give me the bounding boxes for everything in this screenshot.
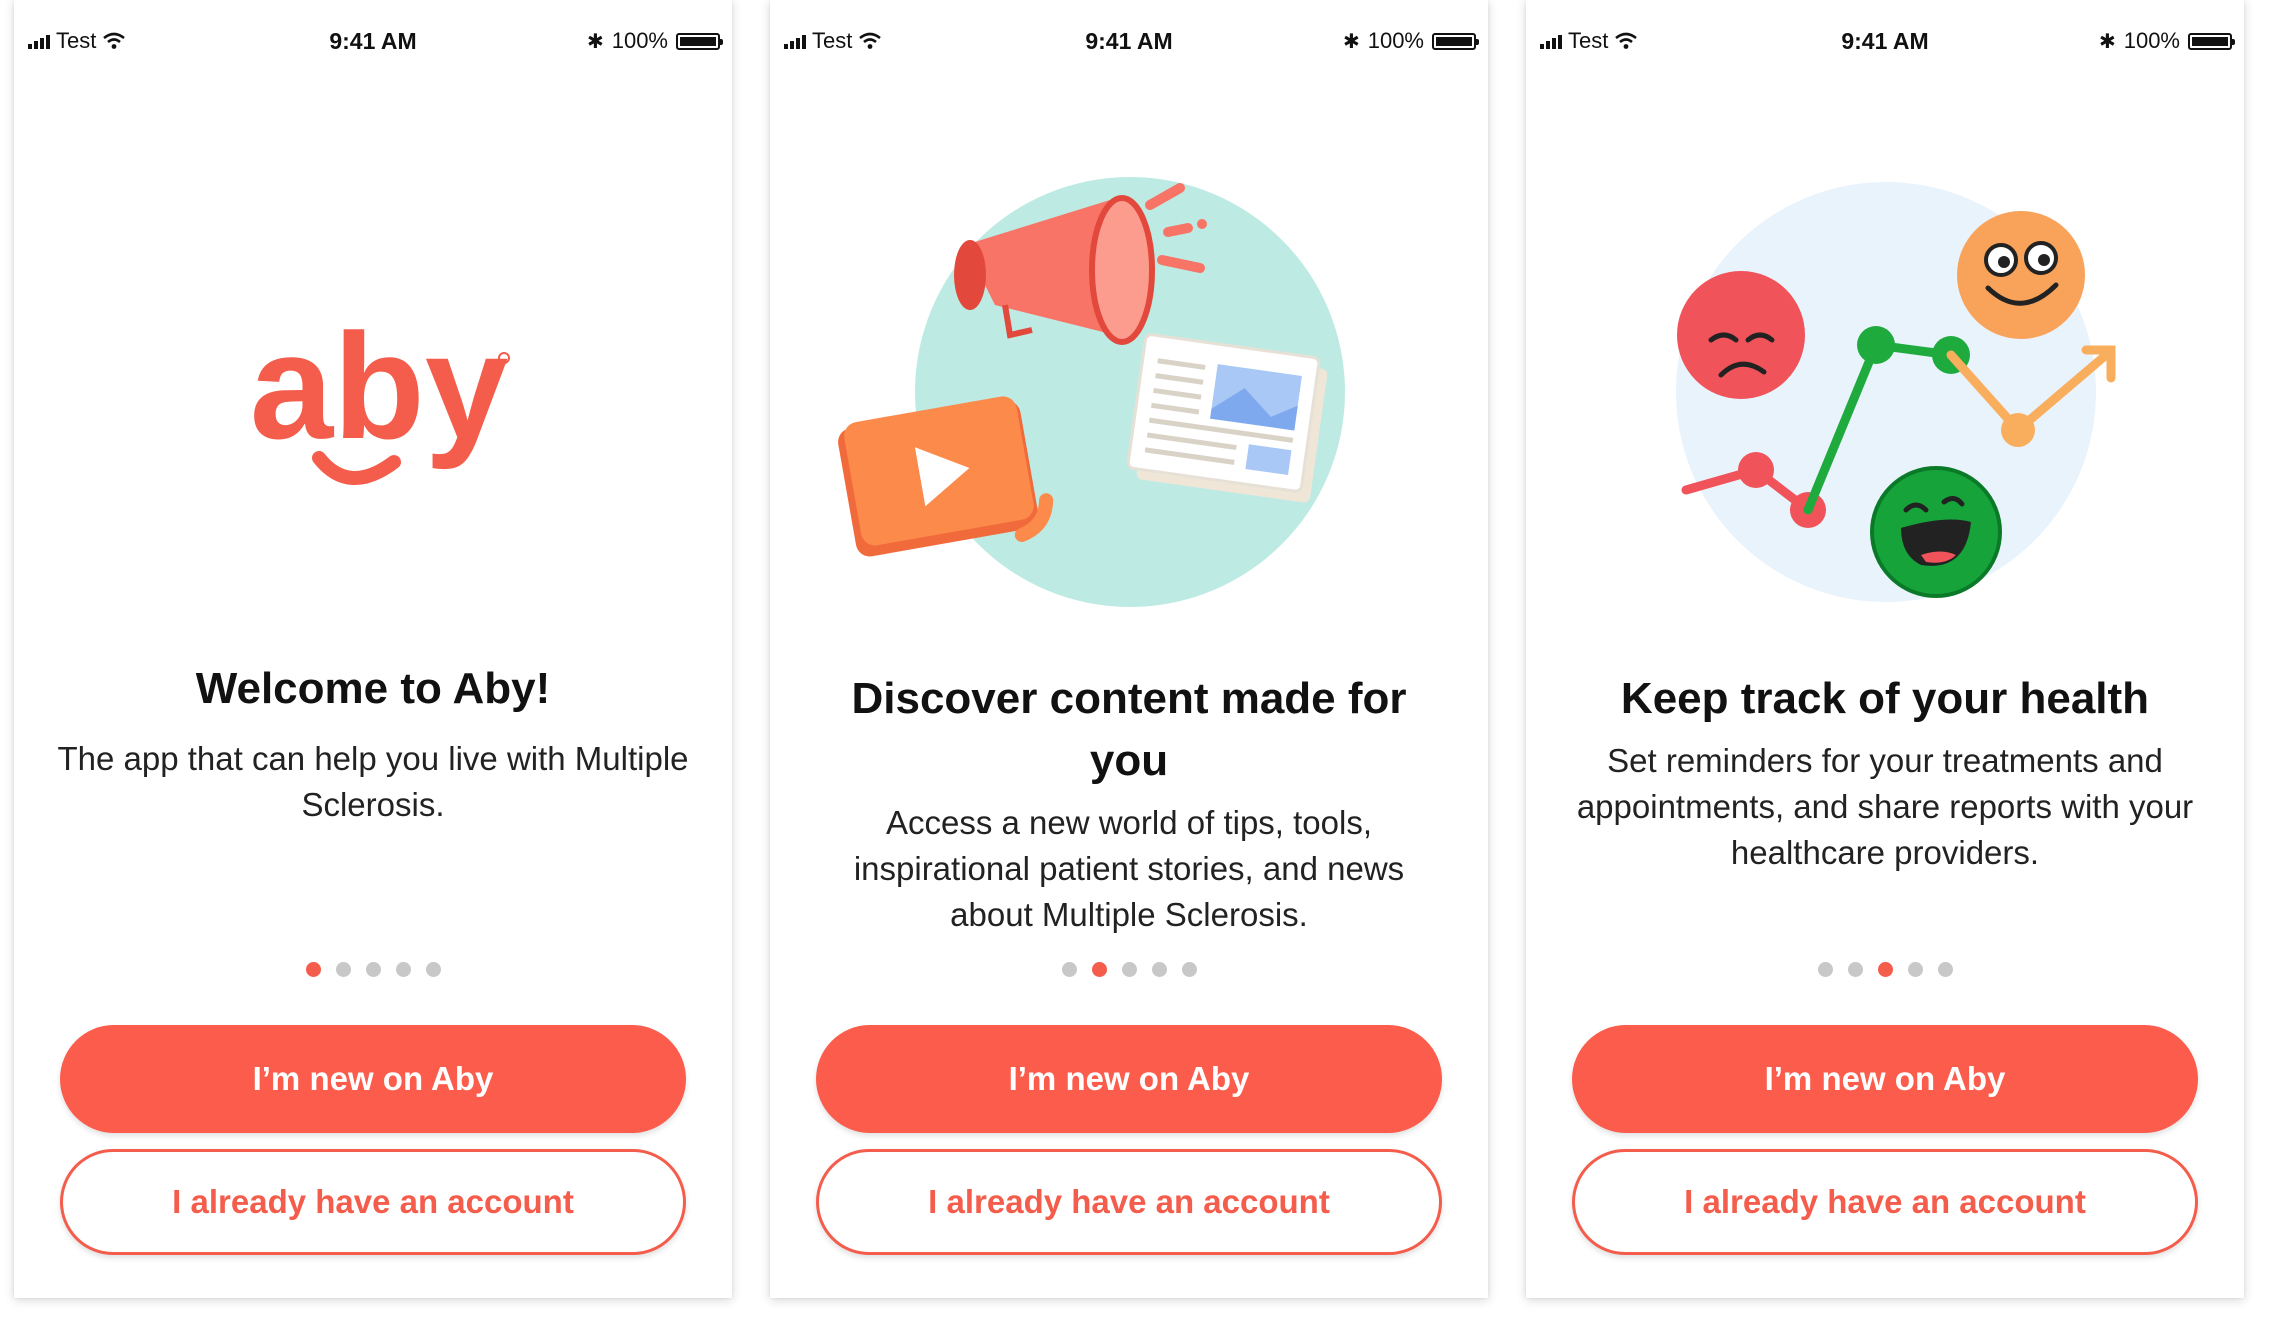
battery-percent: 100%	[2123, 28, 2180, 53]
page-dot[interactable]	[395, 962, 411, 977]
mood-chart-illustration	[1526, 160, 2244, 680]
page-title: Keep track of your health	[1620, 674, 2150, 723]
page-dot[interactable]	[1151, 962, 1167, 977]
bluetooth-icon: ✱	[1342, 30, 1360, 53]
new-user-button[interactable]: I’m new on Aby	[816, 1025, 1442, 1133]
page-title: Welcome to Aby!	[195, 664, 551, 713]
page-dot[interactable]	[1061, 962, 1077, 977]
page-dot[interactable]	[365, 962, 381, 977]
logo-wordmark: aby	[250, 302, 508, 470]
page-title: Discover content made for you	[851, 674, 1407, 785]
page-indicator	[1526, 962, 2244, 977]
existing-account-button[interactable]: I already have an account	[816, 1149, 1442, 1255]
page-description: Set reminders for your treatments and ap…	[1576, 742, 2194, 871]
bluetooth-icon: ✱	[2098, 30, 2116, 53]
newspaper-icon	[1126, 333, 1328, 503]
onboarding-screen-discover: Test 9:41 AM ✱ 100% Discover content mad…	[770, 0, 1488, 1298]
page-indicator	[770, 962, 1488, 977]
aby-logo-graphic: aby	[250, 302, 510, 485]
page-dot[interactable]	[1847, 962, 1863, 977]
page-dot[interactable]	[1907, 962, 1923, 977]
page-dot[interactable]	[335, 962, 351, 977]
page-description: Access a new world of tips, tools, inspi…	[853, 804, 1405, 933]
page-indicator	[14, 962, 732, 977]
new-user-button[interactable]: I’m new on Aby	[1572, 1025, 2198, 1133]
page-dot[interactable]	[1181, 962, 1197, 977]
page-dot[interactable]	[1817, 962, 1833, 977]
status-bar: Test 9:41 AM ✱ 100%	[14, 28, 732, 62]
new-user-button[interactable]: I’m new on Aby	[60, 1025, 686, 1133]
battery-icon	[2188, 32, 2235, 50]
battery-percent: 100%	[1367, 28, 1424, 53]
video-play-icon	[838, 396, 1054, 557]
smiling-face-icon	[1957, 211, 2085, 339]
battery-percent: 100%	[611, 28, 668, 53]
sad-face-icon	[1677, 271, 1805, 399]
page-dot-active[interactable]	[1091, 962, 1107, 977]
existing-account-button[interactable]: I already have an account	[1572, 1149, 2198, 1255]
page-dot-active[interactable]	[305, 962, 321, 977]
laughing-face-icon	[1870, 466, 2002, 598]
onboarding-screen-welcome: Test 9:41 AM ✱ 100% aby Welcome to Aby! …	[14, 0, 732, 1298]
page-dot[interactable]	[1121, 962, 1137, 977]
status-bar: Test 9:41 AM ✱ 100%	[1526, 28, 2244, 62]
onboarding-screen-health: Test 9:41 AM ✱ 100% Keep track of your h…	[1526, 0, 2244, 1298]
page-dot-active[interactable]	[1877, 962, 1893, 977]
battery-icon	[1432, 32, 1479, 50]
aby-logo: aby	[14, 300, 732, 530]
megaphone-video-news-illustration	[770, 160, 1488, 680]
status-bar: Test 9:41 AM ✱ 100%	[770, 28, 1488, 62]
page-description: The app that can help you live with Mult…	[57, 740, 689, 823]
bluetooth-icon: ✱	[586, 30, 604, 53]
page-dot[interactable]	[425, 962, 441, 977]
existing-account-button[interactable]: I already have an account	[60, 1149, 686, 1255]
battery-icon	[676, 32, 723, 50]
page-dot[interactable]	[1937, 962, 1953, 977]
